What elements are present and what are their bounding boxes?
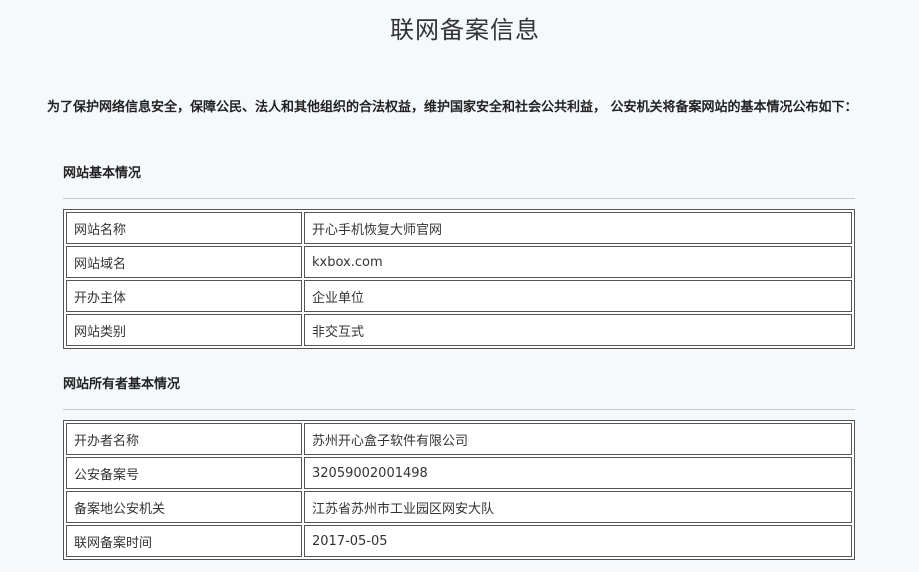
row-label: 开办者名称 [66,423,302,455]
row-value: 苏州开心盒子软件有限公司 [304,423,852,455]
owner-section-divider [63,409,855,410]
intro-text: 为了保护网络信息安全，保障公民、法人和其他组织的合法权益，维护国家安全和社会公共… [47,100,858,115]
website-section-title: 网站基本情况 [63,166,142,181]
row-value: 企业单位 [304,280,852,312]
row-value: 非交互式 [304,314,852,346]
row-value: 开心手机恢复大师官网 [304,212,852,244]
website-info-table: 网站名称 开心手机恢复大师官网 网站域名 kxbox.com 开办主体 企业单位… [63,209,855,349]
website-section-divider [63,198,855,199]
page-title: 联网备案信息 [390,16,540,44]
owner-info-table: 开办者名称 苏州开心盒子软件有限公司 公安备案号 32059002001498 … [63,420,855,560]
row-label: 网站类别 [66,314,302,346]
table-row: 开办者名称 苏州开心盒子软件有限公司 [66,423,852,455]
row-label: 开办主体 [66,280,302,312]
table-row: 联网备案时间 2017-05-05 [66,525,852,557]
row-value: 32059002001498 [304,457,852,489]
row-label: 联网备案时间 [66,525,302,557]
row-label: 备案地公安机关 [66,491,302,523]
table-row: 公安备案号 32059002001498 [66,457,852,489]
row-value: kxbox.com [304,246,852,278]
table-row: 网站类别 非交互式 [66,314,852,346]
table-row: 备案地公安机关 江苏省苏州市工业园区网安大队 [66,491,852,523]
row-label: 网站名称 [66,212,302,244]
row-value: 2017-05-05 [304,525,852,557]
row-value: 江苏省苏州市工业园区网安大队 [304,491,852,523]
owner-section-title: 网站所有者基本情况 [63,377,181,392]
table-row: 网站域名 kxbox.com [66,246,852,278]
row-label: 网站域名 [66,246,302,278]
table-row: 开办主体 企业单位 [66,280,852,312]
table-row: 网站名称 开心手机恢复大师官网 [66,212,852,244]
row-label: 公安备案号 [66,457,302,489]
